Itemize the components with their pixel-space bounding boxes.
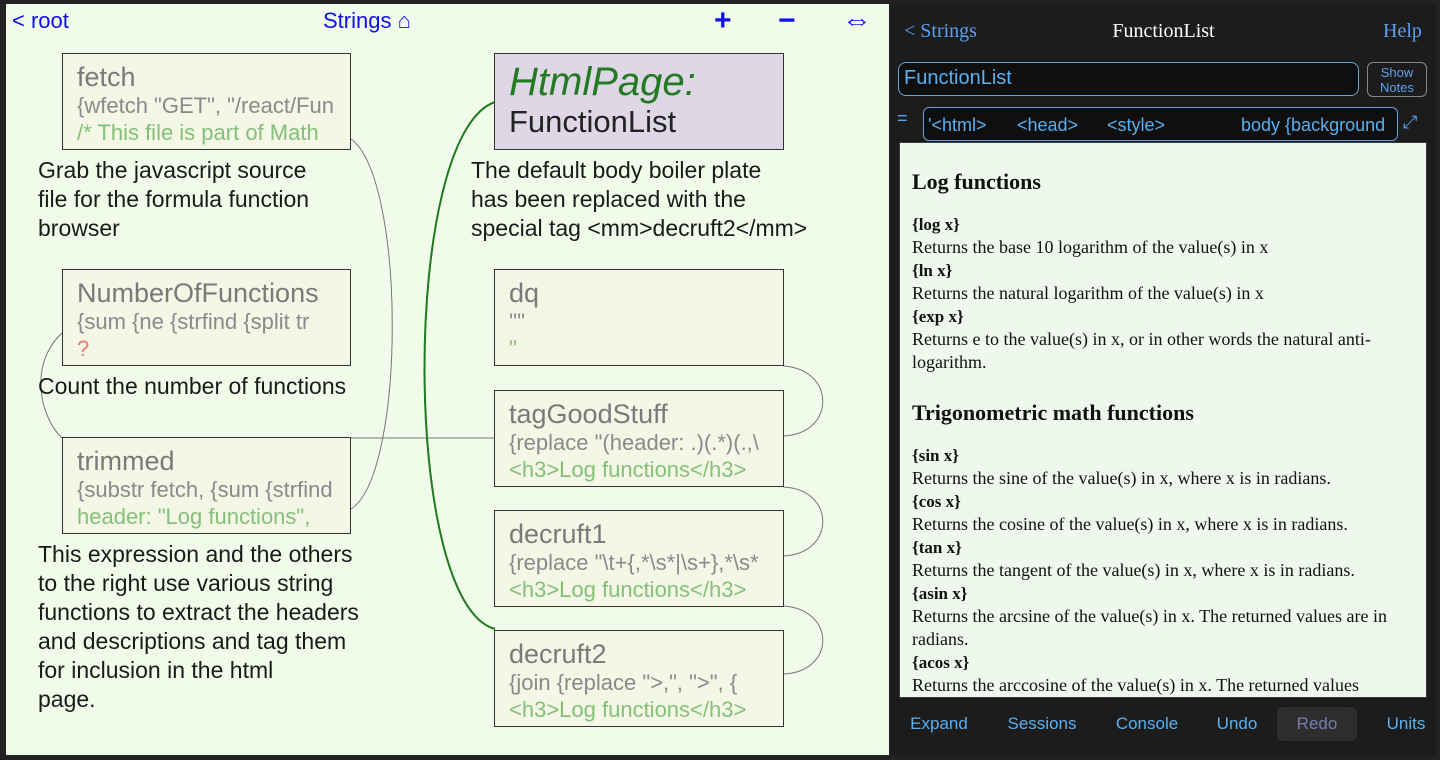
formula-token: body {background [1241, 115, 1386, 135]
root-link[interactable]: < root [12, 8, 69, 34]
name-input[interactable]: FunctionList [898, 62, 1359, 96]
diagram-canvas[interactable]: < root Strings ⌂ + − ⇔ fetch {wfetch "GE… [6, 4, 889, 755]
node-fetch[interactable]: fetch {wfetch "GET", "/react/Fun /* This… [62, 53, 351, 150]
show-notes-button[interactable]: Show Notes [1367, 62, 1427, 97]
button-label: Show [1380, 65, 1414, 80]
note-line: functions to extract the headers [38, 599, 359, 625]
function-description: Returns e to the value(s) in x, or in ot… [912, 329, 1371, 372]
node-name: decruft1 [509, 519, 607, 549]
fit-width-icon[interactable]: ⇔ [842, 4, 872, 38]
bottom-toolbar: Expand Sessions Console Undo Redo Units [891, 707, 1436, 755]
note-line: and descriptions and tag them [38, 628, 347, 654]
function-description: Returns the arcsine of the value(s) in x… [912, 606, 1387, 649]
detail-panel: FunctionList < Strings Help FunctionList… [891, 4, 1436, 755]
note-line: The default body boiler plate [471, 157, 762, 183]
note-line: Grab the javascript source [38, 157, 307, 183]
node-trimmed[interactable]: trimmed {substr fetch, {sum {strfind hea… [62, 437, 351, 534]
node-number-of-functions[interactable]: NumberOfFunctions {sum {ne {strfind {spl… [62, 269, 351, 366]
node-formula: {sum {ne {strfind {split tr [77, 309, 310, 334]
node-formula: {join {replace ">,", ">", { [509, 670, 738, 695]
html-preview[interactable]: Log functions {log x} Returns the base 1… [899, 142, 1427, 698]
node-name: NumberOfFunctions [77, 278, 319, 308]
node-name: trimmed [77, 446, 175, 476]
button-label: Notes [1380, 80, 1414, 95]
note-line: special tag <mm>decruft2</mm> [471, 215, 808, 241]
node-value: <h3>Log functions</h3> [509, 697, 747, 722]
node-value: header: "Log functions", [77, 504, 311, 529]
note-line: for inclusion in the html [38, 657, 274, 683]
htmlpage-label: HtmlPage: [509, 60, 696, 104]
zoom-out-icon[interactable]: − [778, 4, 796, 38]
help-link[interactable]: Help [1383, 20, 1422, 43]
node-value-error: ? [77, 336, 90, 361]
undo-button[interactable]: Undo [1211, 707, 1263, 741]
node-formula: {substr fetch, {sum {strfind [77, 477, 333, 502]
expand-formula-icon[interactable]: ⤢ [1403, 112, 1417, 133]
node-dq[interactable]: dq '"' " [494, 269, 784, 366]
node-decruft2[interactable]: decruft2 {join {replace ">,", ">", { <h3… [494, 630, 784, 727]
node-value: <h3>Log functions</h3> [509, 577, 747, 602]
formula-token: <head> [1017, 115, 1079, 135]
function-description: Returns the base 10 logarithm of the val… [912, 237, 1269, 257]
node-decruft1[interactable]: decruft1 {replace "\t+{,*\s*|\s+},*\s* <… [494, 510, 784, 607]
sessions-button[interactable]: Sessions [1001, 707, 1083, 741]
note-line: file for the formula function [38, 186, 310, 212]
htmlpage-name: FunctionList [509, 104, 677, 139]
function-description: Returns the cosine of the value(s) in x,… [912, 514, 1348, 534]
units-button[interactable]: Units [1383, 707, 1429, 741]
node-name: tagGoodStuff [509, 399, 668, 429]
node-htmlpage[interactable]: HtmlPage: FunctionList [494, 53, 784, 150]
node-value: " [509, 336, 517, 361]
back-to-strings-link[interactable]: < Strings [904, 20, 977, 43]
node-formula: {replace "\t+{,*\s*|\s+},*\s* [509, 550, 759, 575]
note-line: browser [38, 215, 120, 241]
note-number-of-functions: Count the number of functions [38, 372, 346, 401]
node-name: fetch [77, 62, 136, 92]
preview-heading: Trigonometric math functions [912, 400, 1194, 425]
function-description: Returns the tangent of the value(s) in x… [912, 560, 1355, 580]
function-signature: {asin x} [912, 584, 968, 603]
function-signature: {log x} [912, 215, 960, 234]
note-htmlpage: The default body boiler plate has been r… [471, 156, 807, 243]
note-line: page. [38, 686, 96, 712]
console-button[interactable]: Console [1111, 707, 1183, 741]
function-description: Returns the arccosine of the value(s) in… [912, 675, 1360, 695]
preview-heading: Log functions [912, 169, 1041, 194]
canvas-title[interactable]: Strings ⌂ [323, 8, 411, 34]
note-line: This expression and the others [38, 541, 353, 567]
note-line: has been replaced with the [471, 186, 746, 212]
node-name: decruft2 [509, 639, 607, 669]
function-signature: {acos x} [912, 653, 970, 672]
note-line: to the right use various string [38, 570, 334, 596]
panel-header: FunctionList < Strings Help [891, 4, 1436, 56]
note-line: Count the number of functions [38, 373, 347, 399]
formula-token: '<html> [928, 115, 987, 135]
node-value: /* This file is part of Math [77, 120, 319, 145]
function-description: Returns the sine of the value(s) in x, w… [912, 468, 1331, 488]
function-signature: {sin x} [912, 446, 959, 465]
node-name: dq [509, 278, 540, 308]
node-formula: {wfetch "GET", "/react/Fun [77, 93, 334, 118]
formula-token: <style> [1107, 115, 1166, 135]
node-taggoodstuff[interactable]: tagGoodStuff {replace "(header: .)(.*)(.… [494, 390, 784, 487]
redo-button[interactable]: Redo [1277, 707, 1357, 741]
zoom-in-icon[interactable]: + [714, 4, 732, 38]
function-signature: {ln x} [912, 261, 953, 280]
note-trimmed: This expression and the others to the ri… [38, 540, 359, 714]
formula-field[interactable]: '<html> <head> <style> body {background [923, 107, 1398, 141]
function-description: Returns the natural logarithm of the val… [912, 283, 1264, 303]
node-formula: '"' [509, 309, 526, 334]
function-signature: {tan x} [912, 538, 962, 557]
node-formula: {replace "(header: .)(.*)(.,\ [509, 430, 759, 455]
function-signature: {exp x} [912, 307, 964, 326]
note-fetch: Grab the javascript source file for the … [38, 156, 309, 243]
node-value: <h3>Log functions</h3> [509, 457, 747, 482]
expand-button[interactable]: Expand [905, 707, 973, 741]
equals-sign: = [897, 108, 908, 128]
function-signature: {cos x} [912, 492, 961, 511]
